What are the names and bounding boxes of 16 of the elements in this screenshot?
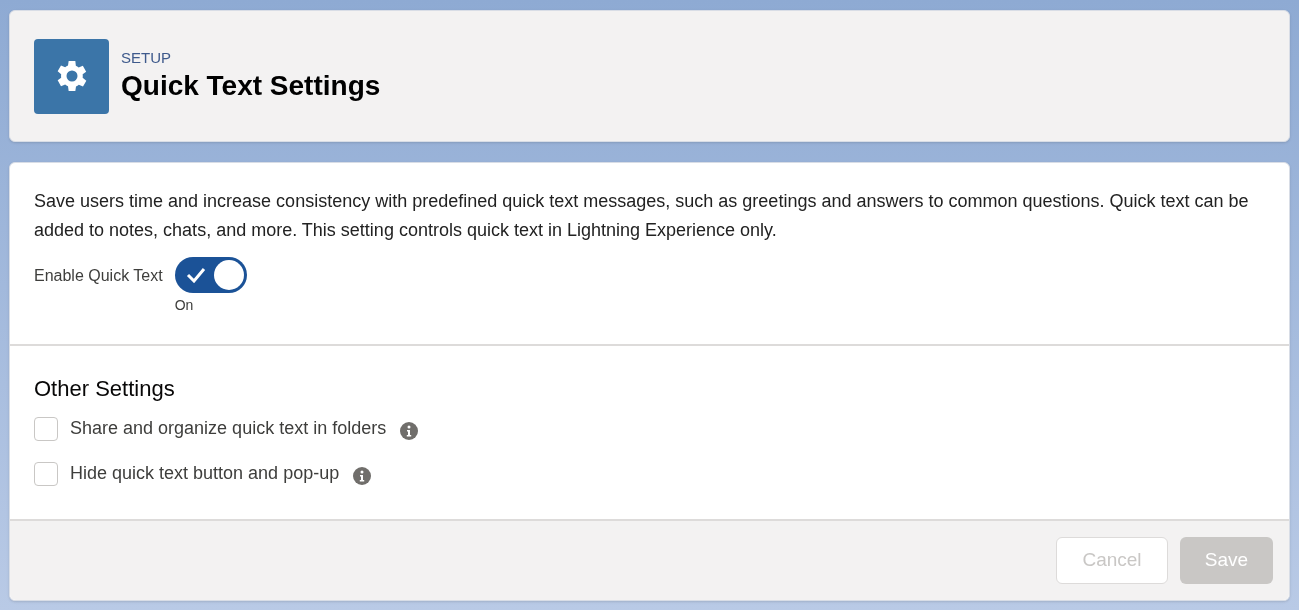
toggle-label: Enable Quick Text bbox=[34, 266, 163, 286]
breadcrumb-label: SETUP bbox=[121, 49, 172, 68]
gear-icon bbox=[34, 38, 109, 114]
info-icon[interactable] bbox=[353, 466, 372, 485]
toggle-status: On bbox=[174, 296, 194, 315]
page-title: Quick Text Settings bbox=[121, 68, 381, 103]
toggle-switch[interactable] bbox=[174, 257, 247, 293]
info-icon[interactable] bbox=[400, 421, 419, 440]
checkbox[interactable] bbox=[34, 416, 58, 441]
toggle-knob bbox=[213, 260, 244, 290]
description-text: Save users time and increase consistency with predefined quick text messages, such as greetings and answers to common questions. Quick text can be added to notes, chats, and more. This setting controls quick text in Lightning Experience only. bbox=[34, 190, 1249, 242]
check-icon bbox=[185, 267, 206, 283]
checkbox[interactable] bbox=[34, 461, 58, 486]
section-heading: Other Settings bbox=[34, 375, 176, 403]
option-label: Share and organize quick text in folders bbox=[70, 417, 387, 440]
option-label: Hide quick text button and pop-up bbox=[70, 462, 340, 485]
